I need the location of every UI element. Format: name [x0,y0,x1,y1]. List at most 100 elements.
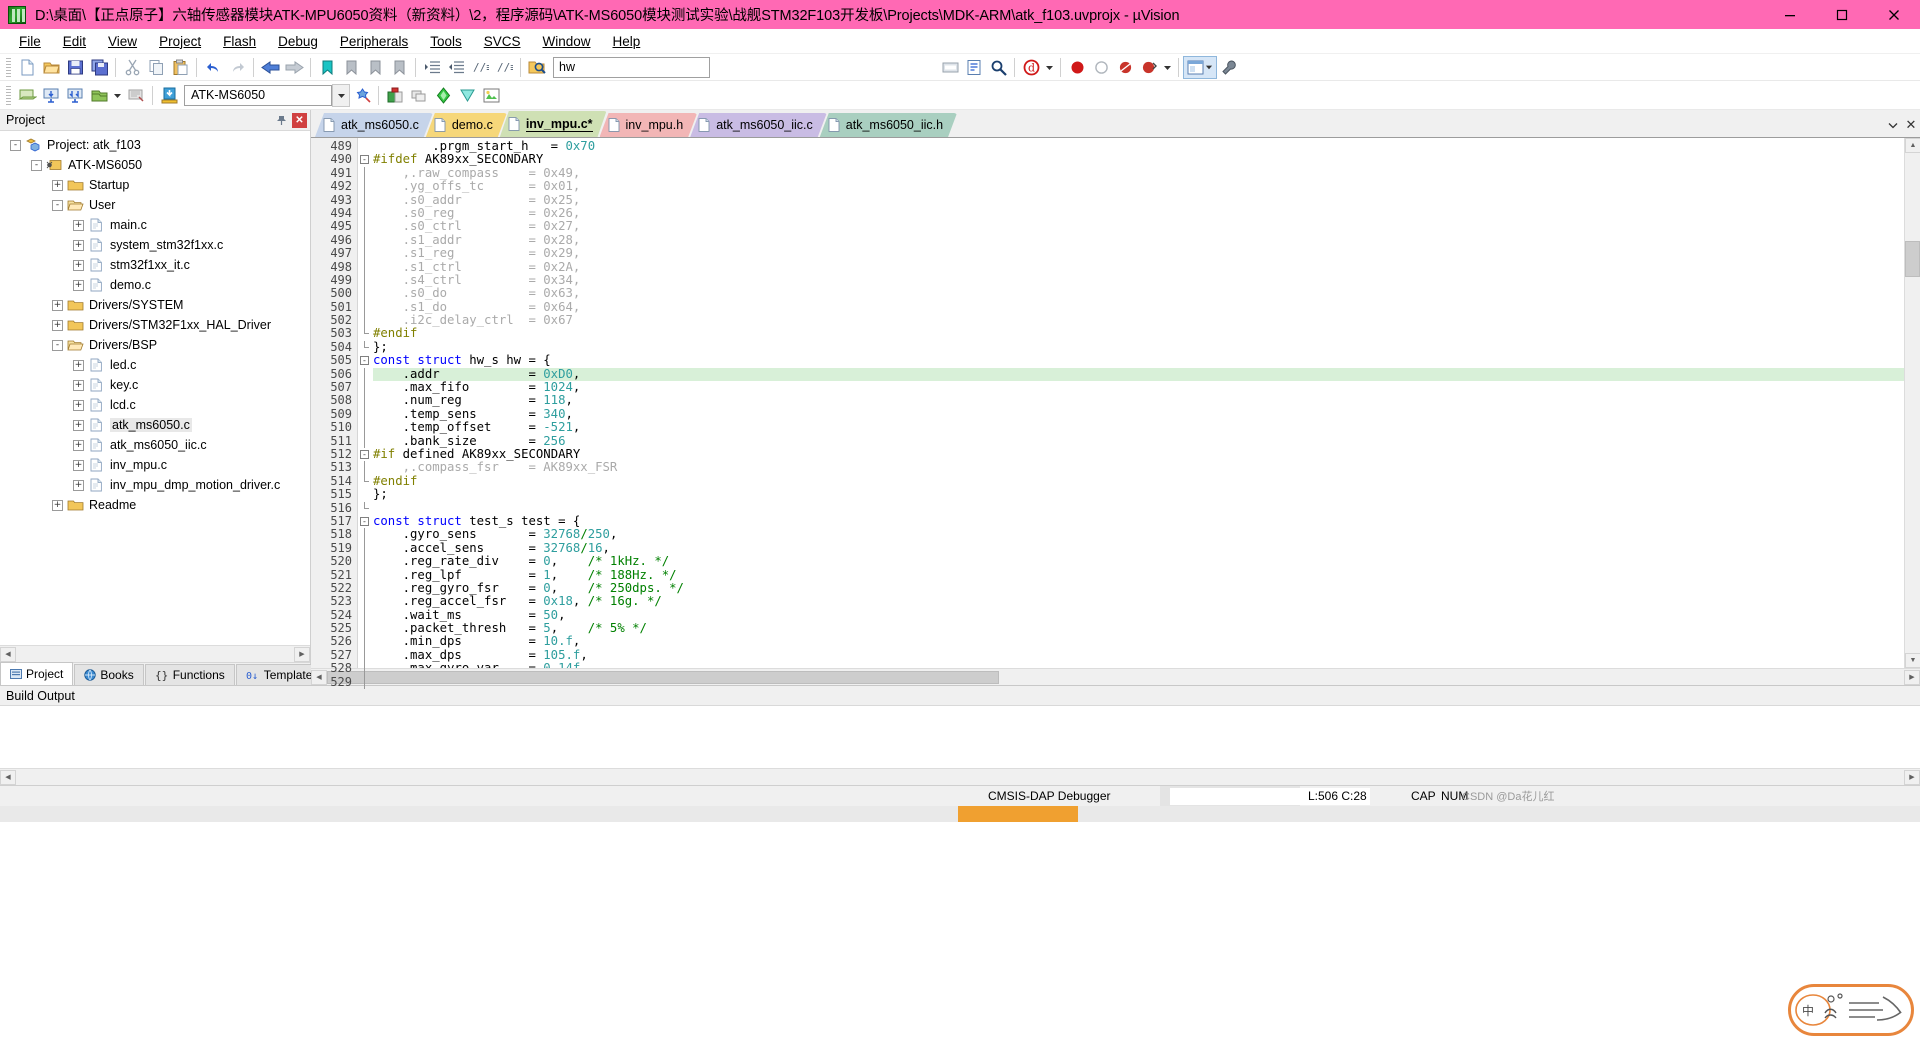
tree-item-atk-ms6050-c[interactable]: + atk_ms6050.c [0,415,310,435]
collapse-toggle-icon[interactable]: - [10,139,21,151]
expand-toggle-icon[interactable]: + [52,499,63,511]
debug-session-icon[interactable]: d [1019,56,1043,79]
scroll-track[interactable] [16,769,1904,785]
close-icon[interactable]: ✕ [1902,116,1920,134]
fold-marker[interactable] [358,287,373,301]
collapse-toggle-icon[interactable]: - [52,339,63,351]
fold-marker[interactable] [358,635,373,649]
new-file-icon[interactable] [15,56,39,79]
taskbar-active-item[interactable] [958,806,1078,822]
fold-marker[interactable] [358,568,373,582]
editor-tab-inv-mpu-c-[interactable]: inv_mpu.c* [500,111,607,137]
maximize-button[interactable] [1816,0,1868,29]
collapse-fold-icon[interactable]: - [360,516,369,526]
fold-marker[interactable] [358,381,373,395]
search-input[interactable] [553,56,710,78]
editor-tab-atk-ms6050-iic-c[interactable]: atk_ms6050_iic.c [690,113,827,137]
code-line[interactable]: .s1_reg = 0x29, [373,246,1904,260]
fold-marker[interactable] [358,608,373,623]
tree-item-demo-c[interactable]: + demo.c [0,275,310,295]
code-line[interactable]: #endif [373,474,1904,488]
code-line[interactable]: .reg_lpf = 1, /* 188Hz. */ [373,568,1904,582]
fold-marker[interactable] [358,434,373,448]
code-line[interactable]: .s1_ctrl = 0x2A, [373,260,1904,274]
expand-toggle-icon[interactable]: + [52,319,63,331]
fold-marker[interactable] [358,528,373,542]
indent-icon[interactable] [420,56,444,79]
expand-toggle-icon[interactable]: + [73,359,84,371]
menu-item-project[interactable]: Project [148,31,212,52]
fold-marker[interactable] [358,314,373,328]
build-output-body[interactable] [0,706,1920,768]
collapse-toggle-icon[interactable]: - [31,159,42,171]
toolbar-grip[interactable] [6,85,11,105]
code-line[interactable]: .accel_sens = 32768/16, [373,541,1904,555]
code-line[interactable]: .min_dps = 10.f, [373,635,1904,648]
code-line[interactable]: .temp_offset = -521, [373,421,1904,434]
expand-toggle-icon[interactable]: + [52,299,63,311]
fold-marker[interactable] [358,340,373,354]
fold-marker[interactable] [358,407,373,422]
fold-marker[interactable] [358,166,373,181]
menu-item-edit[interactable]: Edit [52,31,97,52]
tree-item-drivers-system[interactable]: + Drivers/SYSTEM [0,295,310,315]
tree-item-key-c[interactable]: + key.c [0,375,310,395]
chevron-down-icon[interactable] [1884,116,1902,134]
target-options-dropdown-icon[interactable] [332,83,350,107]
tab-project[interactable]: Project [0,662,74,685]
pin-icon[interactable] [274,113,289,128]
collapse-fold-icon[interactable]: - [360,155,369,165]
fold-marker[interactable] [358,193,373,207]
fold-marker[interactable] [358,421,373,435]
code-line[interactable]: .s0_ctrl = 0x27, [373,220,1904,233]
scroll-thumb[interactable] [327,670,999,684]
redo-icon[interactable] [225,56,249,79]
tree-item-system-stm32f1xx-c[interactable]: + system_stm32f1xx.c [0,235,310,255]
fold-marker[interactable] [358,260,373,274]
close-icon[interactable]: ✕ [292,112,307,128]
expand-toggle-icon[interactable]: + [73,419,84,431]
code-line[interactable]: .s1_do = 0x64, [373,300,1904,314]
insert-bookmark-icon[interactable] [938,56,962,79]
tree-item-led-c[interactable]: + led.c [0,355,310,375]
menu-item-window[interactable]: Window [531,31,601,52]
window-layout-icon[interactable] [1183,55,1217,79]
scroll-track[interactable] [16,646,294,662]
tree-item-main-c[interactable]: + main.c [0,215,310,235]
open-file-icon[interactable] [39,56,63,79]
expand-toggle-icon[interactable]: + [73,459,84,471]
code-line[interactable]: #ifdef AK89xx_SECONDARY [373,153,1904,166]
code-line[interactable]: .reg_accel_fsr = 0x18, /* 16g. */ [373,595,1904,608]
stop-icon[interactable] [1065,56,1089,79]
tree-item-stm32f1xx-it-c[interactable]: + stm32f1xx_it.c [0,255,310,275]
translate-icon[interactable] [15,84,39,107]
code-line[interactable]: .gyro_sens = 32768/250, [373,528,1904,541]
fold-marker[interactable] [358,233,373,248]
scroll-left-arrow[interactable]: ◀ [0,646,16,662]
code-line[interactable]: .bank_size = 256 [373,434,1904,448]
expand-toggle-icon[interactable]: + [73,239,84,251]
scroll-up-arrow[interactable]: ▲ [1905,138,1920,153]
outdent-icon[interactable] [444,56,468,79]
disable-breakpoint-icon[interactable] [1113,56,1137,79]
fold-marker[interactable] [358,595,373,609]
expand-toggle-icon[interactable]: + [73,479,84,491]
expand-toggle-icon[interactable]: + [73,439,84,451]
fold-marker[interactable] [358,180,373,194]
fold-marker[interactable] [358,247,373,261]
navigate-back-icon[interactable] [258,56,282,79]
fold-marker[interactable] [358,501,373,515]
menu-item-svcs[interactable]: SVCS [473,31,532,52]
code-line[interactable]: const struct test_s test = { [373,514,1904,528]
new-project-items-icon[interactable] [383,84,407,107]
menu-item-help[interactable]: Help [602,31,652,52]
fold-marker[interactable] [358,555,373,569]
menu-item-flash[interactable]: Flash [212,31,267,52]
fold-marker[interactable] [358,622,373,636]
navigate-forward-icon[interactable] [282,56,306,79]
tree-item-inv-mpu-dmp-motion-driver-c[interactable]: + inv_mpu_dmp_motion_driver.c [0,475,310,495]
fold-marker[interactable]: - [358,153,373,166]
bookmark-clear-icon[interactable] [387,56,411,79]
code-editor[interactable]: 489 490 491 492 493 494 495 496 497 498 499 500 501 5… [311,137,1920,690]
fold-marker[interactable] [358,140,373,153]
